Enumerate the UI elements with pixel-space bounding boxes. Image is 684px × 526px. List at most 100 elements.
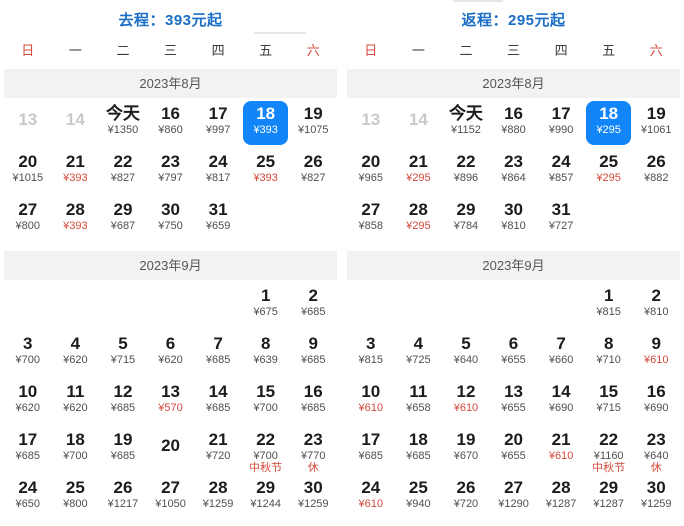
- date-number: 23: [290, 430, 336, 450]
- date-cell-departure-5[interactable]: 5¥715: [100, 331, 146, 375]
- date-cell-return-31[interactable]: 31¥727: [538, 197, 584, 241]
- date-cell-departure-29[interactable]: 中秋节29¥1244: [243, 475, 289, 519]
- date-cell-departure-9[interactable]: 9¥685: [290, 331, 336, 375]
- date-cell-departure-13[interactable]: 13¥570: [148, 379, 194, 423]
- date-cell-return-30[interactable]: 休30¥1259: [633, 475, 679, 519]
- date-cell-departure-6[interactable]: 6¥620: [148, 331, 194, 375]
- date-cell-departure-2[interactable]: 2¥685: [290, 283, 336, 327]
- date-cell-return-25[interactable]: 25¥940: [396, 475, 442, 519]
- date-cell-return-24[interactable]: 24¥857: [538, 149, 584, 193]
- date-cell-return-14[interactable]: 14¥690: [538, 379, 584, 423]
- date-cell-departure-18[interactable]: 18¥393: [243, 101, 289, 145]
- date-cell-return-20[interactable]: 20¥965: [348, 149, 394, 193]
- date-cell-departure-21[interactable]: 21¥720: [195, 427, 241, 471]
- date-cell-return-28[interactable]: 28¥1287: [538, 475, 584, 519]
- date-cell-return-2[interactable]: 2¥810: [633, 283, 679, 327]
- date-cell-departure-11[interactable]: 11¥620: [53, 379, 99, 423]
- date-cell-departure-29[interactable]: 29¥687: [100, 197, 146, 241]
- date-cell-departure-8[interactable]: 8¥639: [243, 331, 289, 375]
- date-cell-return-29[interactable]: 中秋节29¥1287: [586, 475, 632, 519]
- date-cell-return-10[interactable]: 10¥610: [348, 379, 394, 423]
- date-cell-return-28[interactable]: 28¥295: [396, 197, 442, 241]
- date-price: ¥710: [586, 354, 632, 367]
- date-cell-departure-31[interactable]: 31¥659: [195, 197, 241, 241]
- date-cell-departure-17[interactable]: 17¥685: [5, 427, 51, 471]
- date-cell-departure-14[interactable]: 14¥685: [195, 379, 241, 423]
- date-cell-return-20[interactable]: 20¥655: [491, 427, 537, 471]
- date-cell-departure-26[interactable]: 26¥827: [290, 149, 336, 193]
- date-cell-return-27[interactable]: 27¥1290: [491, 475, 537, 519]
- date-cell-return-27[interactable]: 27¥858: [348, 197, 394, 241]
- date-cell-departure-27[interactable]: 27¥1050: [148, 475, 194, 519]
- date-cell-return-18[interactable]: 18¥295: [586, 101, 632, 145]
- date-cell-departure-19[interactable]: 19¥1075: [290, 101, 336, 145]
- date-cell-return-6[interactable]: 6¥655: [491, 331, 537, 375]
- date-cell-return-29[interactable]: 29¥784: [443, 197, 489, 241]
- date-cell-departure-19[interactable]: 19¥685: [100, 427, 146, 471]
- date-cell-departure-16[interactable]: 16¥860: [148, 101, 194, 145]
- date-cell-return-5[interactable]: 5¥640: [443, 331, 489, 375]
- date-cell-departure-28[interactable]: 28¥1259: [195, 475, 241, 519]
- date-cell-return-16[interactable]: 16¥880: [491, 101, 537, 145]
- date-cell-return-22[interactable]: 22¥896: [443, 149, 489, 193]
- date-cell-return-19[interactable]: 19¥1061: [633, 101, 679, 145]
- date-cell-departure-15[interactable]: 15¥700: [243, 379, 289, 423]
- date-cell-return-21[interactable]: 21¥295: [396, 149, 442, 193]
- date-cell-departure-22[interactable]: 22¥827: [100, 149, 146, 193]
- date-cell-departure-10[interactable]: 10¥620: [5, 379, 51, 423]
- date-cell-departure-30[interactable]: 30¥750: [148, 197, 194, 241]
- date-cell-departure-24[interactable]: 24¥817: [195, 149, 241, 193]
- date-cell-return-17[interactable]: 17¥685: [348, 427, 394, 471]
- date-cell-return-12[interactable]: 12¥610: [443, 379, 489, 423]
- date-number: 2: [633, 286, 679, 306]
- date-cell-return-9[interactable]: 9¥610: [633, 331, 679, 375]
- date-cell-departure-16[interactable]: 16¥685: [290, 379, 336, 423]
- date-cell-departure-20[interactable]: 20: [148, 427, 194, 471]
- date-cell-return-26[interactable]: 26¥720: [443, 475, 489, 519]
- date-cell-return-21[interactable]: 21¥610: [538, 427, 584, 471]
- date-price: ¥700: [243, 402, 289, 415]
- date-cell-departure-26[interactable]: 26¥1217: [100, 475, 146, 519]
- date-cell-departure-1[interactable]: 1¥675: [243, 283, 289, 327]
- date-cell-departure-20[interactable]: 20¥1015: [5, 149, 51, 193]
- date-price: ¥675: [243, 306, 289, 319]
- date-cell-departure-27[interactable]: 27¥800: [5, 197, 51, 241]
- date-number: 13: [348, 110, 394, 130]
- date-cell-return-23[interactable]: 23¥864: [491, 149, 537, 193]
- date-cell-return-17[interactable]: 17¥990: [538, 101, 584, 145]
- date-cell-departure-今天[interactable]: 今天¥1350: [100, 101, 146, 145]
- date-cell-departure-30[interactable]: 休30¥1259: [290, 475, 336, 519]
- date-cell-return-3[interactable]: 3¥815: [348, 331, 394, 375]
- date-cell-departure-24[interactable]: 24¥650: [5, 475, 51, 519]
- date-cell-return-16[interactable]: 16¥690: [633, 379, 679, 423]
- date-cell-departure-25[interactable]: 25¥393: [243, 149, 289, 193]
- date-price: ¥827: [100, 172, 146, 185]
- date-cell-return-19[interactable]: 19¥670: [443, 427, 489, 471]
- date-number: 28: [396, 200, 442, 220]
- date-cell-return-11[interactable]: 11¥658: [396, 379, 442, 423]
- date-cell-departure-12[interactable]: 12¥685: [100, 379, 146, 423]
- date-cell-return-7[interactable]: 7¥660: [538, 331, 584, 375]
- date-cell-departure-25[interactable]: 25¥800: [53, 475, 99, 519]
- date-cell-departure-23[interactable]: 23¥797: [148, 149, 194, 193]
- date-cell-departure-17[interactable]: 17¥997: [195, 101, 241, 145]
- date-number: 23: [491, 152, 537, 172]
- date-cell-return-8[interactable]: 8¥710: [586, 331, 632, 375]
- date-cell-departure-4[interactable]: 4¥620: [53, 331, 99, 375]
- date-cell-return-25[interactable]: 25¥295: [586, 149, 632, 193]
- date-cell-departure-21[interactable]: 21¥393: [53, 149, 99, 193]
- date-price: ¥1287: [538, 498, 584, 511]
- date-cell-departure-18[interactable]: 18¥700: [53, 427, 99, 471]
- date-cell-return-24[interactable]: 24¥610: [348, 475, 394, 519]
- date-cell-return-今天[interactable]: 今天¥1152: [443, 101, 489, 145]
- date-cell-return-15[interactable]: 15¥715: [586, 379, 632, 423]
- date-cell-return-13[interactable]: 13¥655: [491, 379, 537, 423]
- date-cell-return-18[interactable]: 18¥685: [396, 427, 442, 471]
- date-cell-return-4[interactable]: 4¥725: [396, 331, 442, 375]
- date-cell-return-30[interactable]: 30¥810: [491, 197, 537, 241]
- date-cell-return-26[interactable]: 26¥882: [633, 149, 679, 193]
- date-cell-departure-28[interactable]: 28¥393: [53, 197, 99, 241]
- date-cell-departure-3[interactable]: 3¥700: [5, 331, 51, 375]
- date-cell-departure-7[interactable]: 7¥685: [195, 331, 241, 375]
- date-cell-return-1[interactable]: 1¥815: [586, 283, 632, 327]
